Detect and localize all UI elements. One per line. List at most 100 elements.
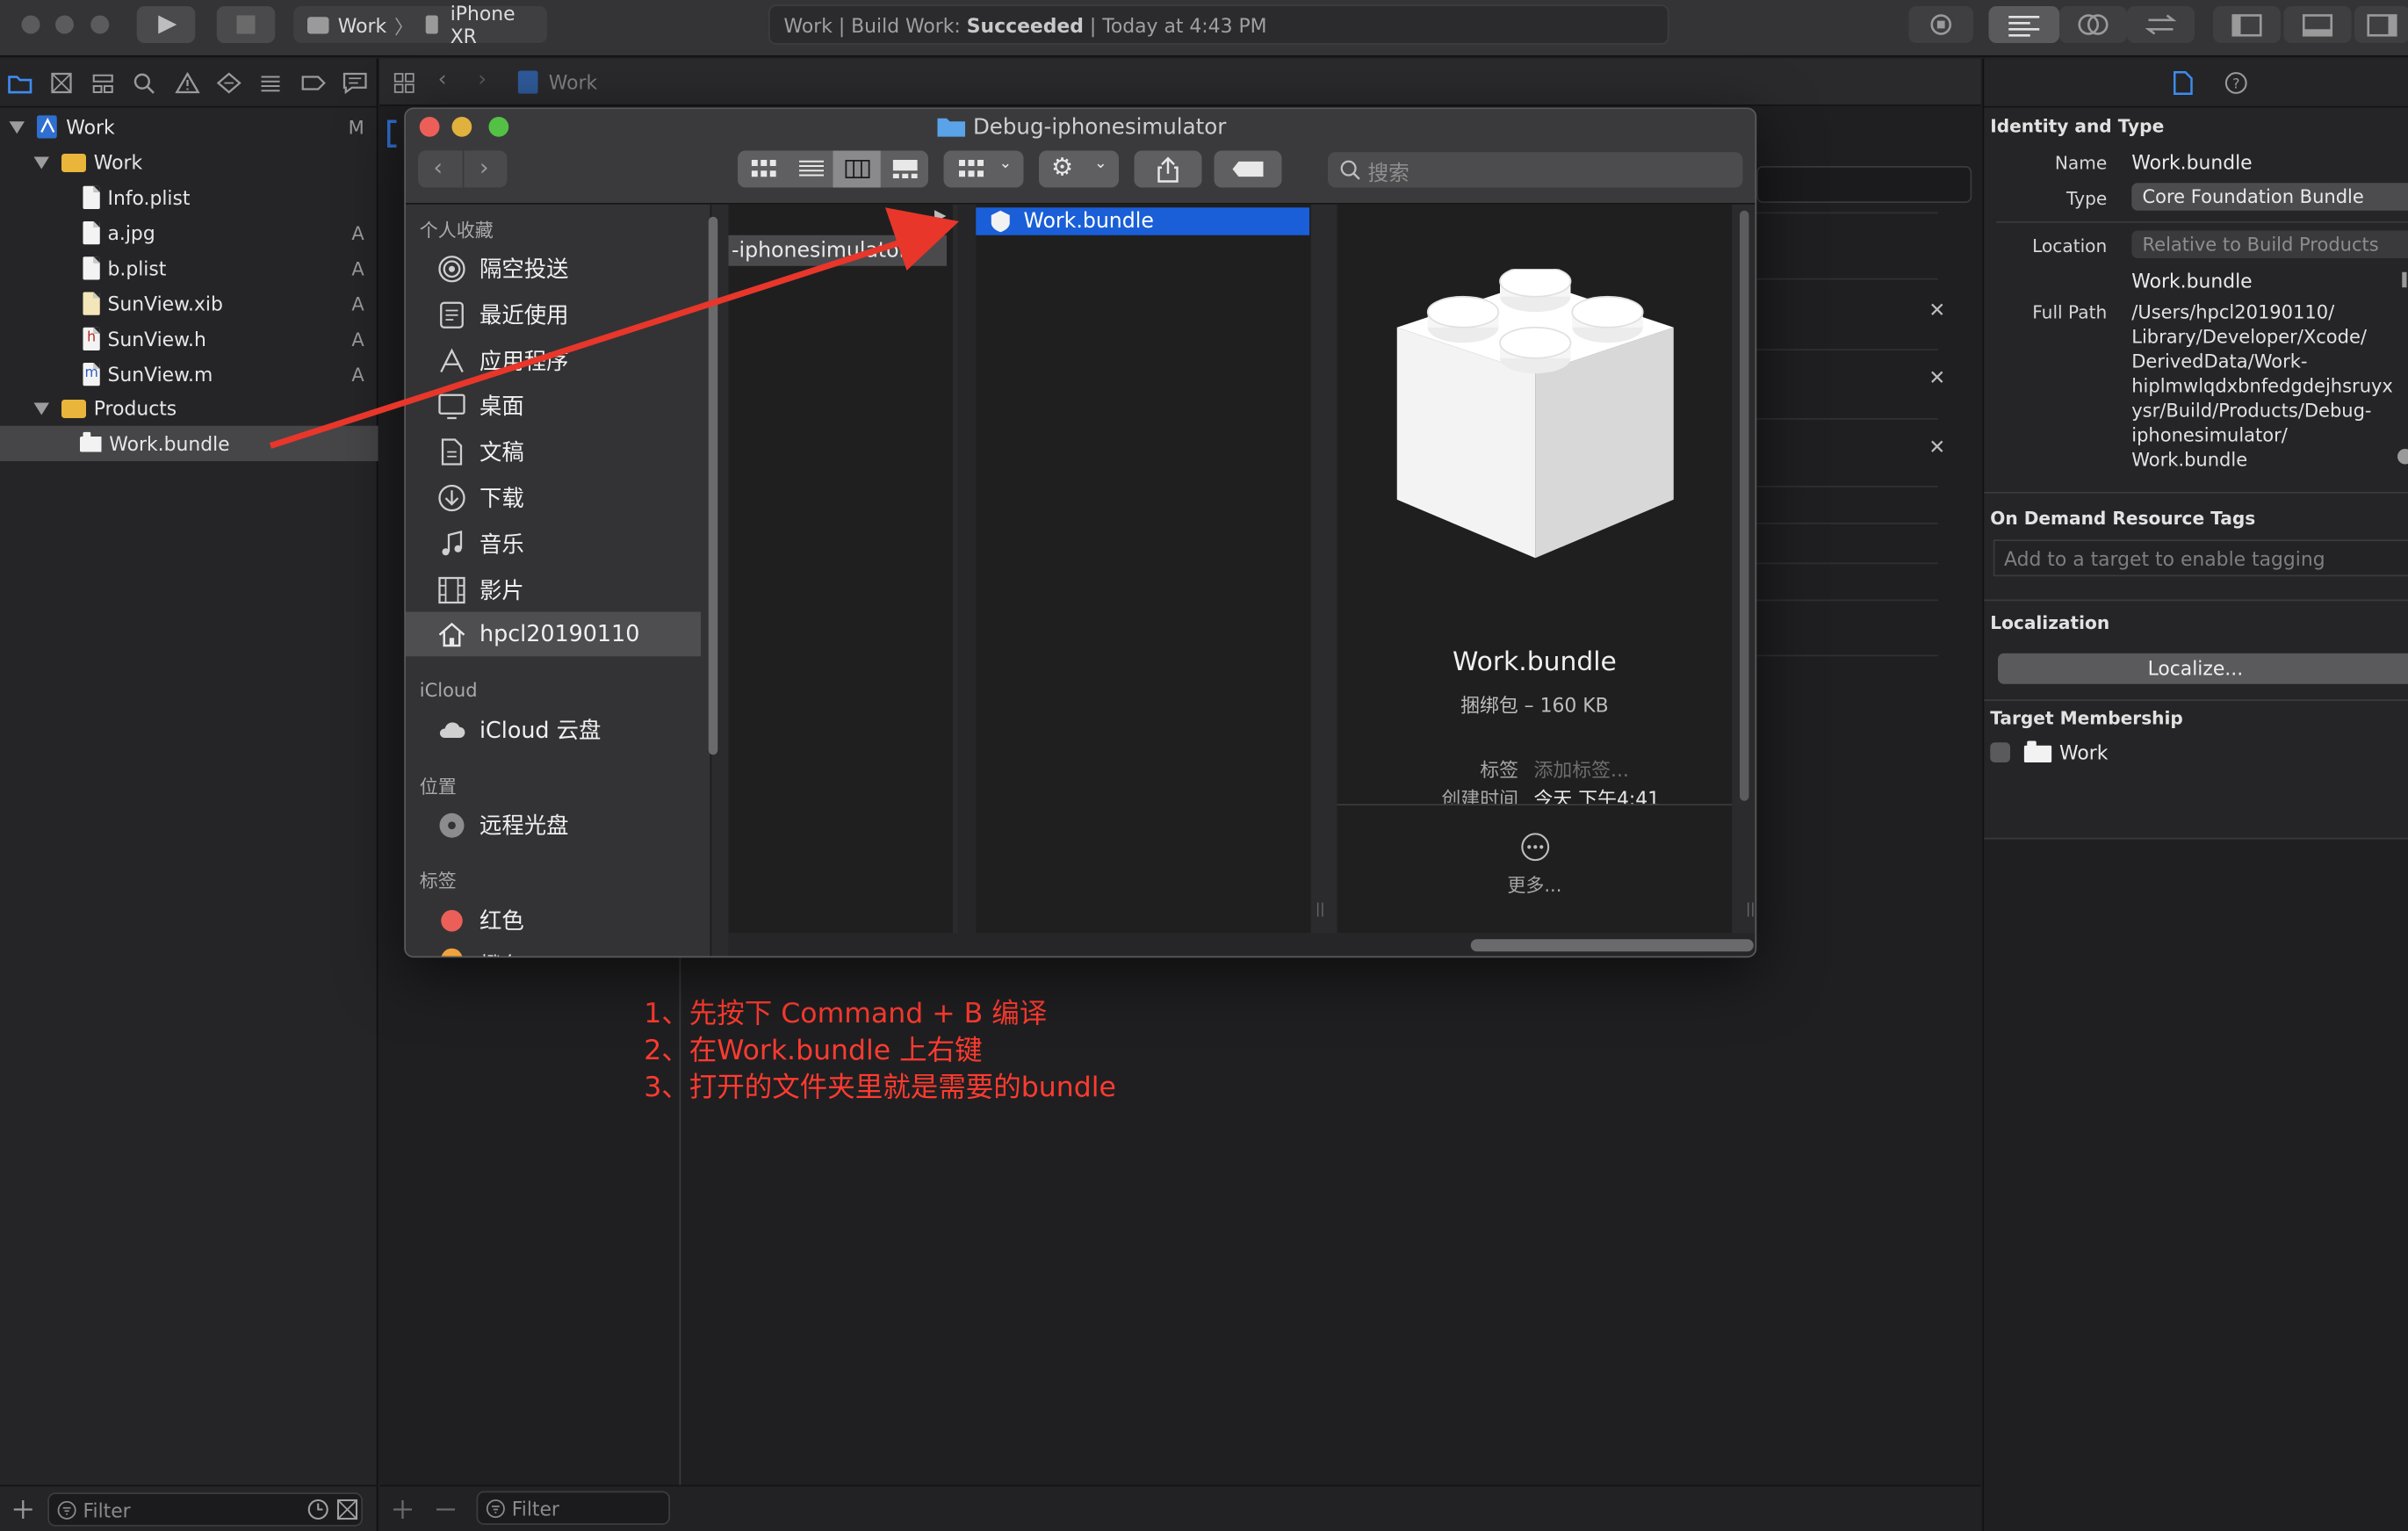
- tree-item-group-work[interactable]: Work: [0, 145, 379, 180]
- forward-arrow-icon[interactable]: ›: [479, 154, 489, 182]
- odr-tags-field[interactable]: Add to a target to enable tagging: [1993, 539, 2408, 576]
- sidebar-item-movies[interactable]: 影片: [406, 567, 701, 612]
- library-button[interactable]: [1909, 6, 1974, 43]
- sidebar-item-remote-disc[interactable]: 远程光盘: [406, 803, 701, 848]
- back-arrow-icon[interactable]: ‹: [438, 68, 447, 92]
- column-item-work-bundle[interactable]: Work.bundle: [976, 207, 1309, 235]
- debug-icon[interactable]: [258, 72, 283, 94]
- toggle-debug-area-button[interactable]: [2284, 6, 2352, 43]
- column-resize-handle[interactable]: ||: [1316, 902, 1325, 918]
- gallery-view-icon[interactable]: [893, 160, 918, 178]
- sidebar-item-airdrop[interactable]: 隔空投送: [406, 246, 701, 291]
- warning-icon[interactable]: [176, 72, 200, 94]
- report-icon[interactable]: [342, 72, 367, 94]
- sidebar-item-tag-red[interactable]: 红色: [406, 898, 701, 942]
- name-field[interactable]: Work.bundle: [2131, 151, 2252, 174]
- sidebar-item-icloud-drive[interactable]: iCloud 云盘: [406, 707, 701, 752]
- source-control-icon[interactable]: [49, 72, 74, 94]
- close-window-button[interactable]: [22, 16, 40, 34]
- close-icon[interactable]: ✕: [1929, 300, 1945, 322]
- reveal-arrow-icon[interactable]: [2397, 449, 2408, 465]
- tree-item-file[interactable]: a.jpg A: [0, 215, 379, 250]
- forward-arrow-icon[interactable]: ›: [478, 68, 487, 92]
- hierarchy-icon[interactable]: [90, 72, 115, 94]
- location-popup[interactable]: Relative to Build Products: [2131, 231, 2408, 259]
- tree-item-work-bundle[interactable]: Work.bundle: [0, 426, 379, 461]
- disclosure-open-icon[interactable]: [10, 120, 25, 133]
- tree-item-file[interactable]: h SunView.h A: [0, 321, 379, 357]
- column-item-parent[interactable]: -iphonesimulator: [729, 235, 948, 266]
- list-view-icon[interactable]: [799, 160, 824, 178]
- tree-item-file[interactable]: SunView.xib A: [0, 286, 379, 321]
- editor-search-field[interactable]: [1756, 166, 1972, 203]
- tree-item-file[interactable]: m SunView.m A: [0, 357, 379, 392]
- remove-icon[interactable]: [435, 1499, 457, 1520]
- plist-file-icon: [83, 186, 100, 209]
- disclosure-open-icon[interactable]: [34, 156, 50, 169]
- share-button[interactable]: [1135, 151, 1202, 188]
- breadcrumb[interactable]: Work: [549, 71, 597, 94]
- sidebar-item-recents[interactable]: 最近使用: [406, 292, 701, 337]
- divider: [1984, 492, 2408, 494]
- sidebar-item-music[interactable]: 音乐: [406, 521, 701, 566]
- more-label[interactable]: 更多...: [1337, 871, 1733, 898]
- implementation-file-icon: m: [83, 363, 100, 386]
- back-arrow-icon[interactable]: ‹: [434, 154, 443, 182]
- sidebar-item-home[interactable]: hpcl20190110: [406, 612, 701, 657]
- related-items-icon[interactable]: [393, 72, 415, 94]
- action-button[interactable]: ⚙ ⌄: [1039, 151, 1119, 188]
- minimize-window-button[interactable]: [55, 16, 74, 34]
- sidebar-item-applications[interactable]: 应用程序: [406, 338, 701, 383]
- version-editor-button[interactable]: [2127, 6, 2195, 43]
- test-diamond-icon[interactable]: [217, 72, 242, 94]
- navigator-filter-input[interactable]: Filter: [47, 1492, 363, 1527]
- tree-item-file[interactable]: b.plist A: [0, 250, 379, 285]
- close-icon[interactable]: ✕: [1929, 367, 1945, 390]
- column-resize-handle[interactable]: ||: [1746, 902, 1756, 918]
- add-icon[interactable]: [12, 1499, 34, 1520]
- group-by-button[interactable]: ⌄: [944, 151, 1024, 188]
- tags-button[interactable]: [1215, 151, 1282, 188]
- zoom-window-button[interactable]: [90, 16, 109, 34]
- more-icon[interactable]: [1520, 832, 1551, 863]
- tree-item-file[interactable]: Info.plist: [0, 180, 379, 215]
- scm-filter-icon[interactable]: [336, 1499, 358, 1520]
- disclosure-open-icon[interactable]: [34, 402, 50, 415]
- target-checkbox[interactable]: [1990, 741, 2010, 762]
- editor-filter-input[interactable]: Filter: [477, 1491, 671, 1526]
- sidebar-item-tag-orange[interactable]: 橙色: [406, 944, 701, 958]
- gear-icon: ⚙: [1051, 152, 1073, 181]
- type-popup[interactable]: Core Foundation Bundle: [2131, 183, 2408, 211]
- search-icon[interactable]: [133, 72, 157, 94]
- toggle-inspector-button[interactable]: [2354, 6, 2408, 43]
- tree-item-project[interactable]: Work M: [0, 109, 379, 144]
- tree-item-group-products[interactable]: Products: [0, 391, 379, 426]
- localize-button[interactable]: Localize...: [1998, 654, 2408, 684]
- finder-search-field[interactable]: 搜索: [1328, 152, 1743, 187]
- icon-view-icon[interactable]: [752, 160, 776, 178]
- column-view-icon[interactable]: [846, 160, 870, 178]
- scheme-selector[interactable]: Work 〉 iPhone XR: [293, 6, 547, 43]
- sidebar-scrollbar[interactable]: [709, 217, 718, 755]
- sidebar-item-documents[interactable]: 文稿: [406, 429, 701, 473]
- breakpoint-icon[interactable]: [301, 72, 326, 94]
- standard-editor-button[interactable]: [1989, 6, 2060, 43]
- run-button[interactable]: [137, 6, 196, 43]
- folder-reveal-icon[interactable]: [2402, 272, 2406, 288]
- assistant-editor-button[interactable]: [2059, 6, 2127, 43]
- file-inspector-icon[interactable]: [2174, 71, 2194, 96]
- close-icon[interactable]: ✕: [1929, 437, 1945, 459]
- sidebar-item-desktop[interactable]: 桌面: [406, 383, 701, 428]
- add-icon[interactable]: [392, 1499, 414, 1520]
- scm-status-badge: A: [351, 222, 364, 244]
- preview-tags-field[interactable]: 添加标签...: [1534, 754, 1629, 783]
- preview-scrollbar[interactable]: [1740, 211, 1749, 801]
- horizontal-scrollbar[interactable]: [1471, 939, 1754, 951]
- recent-files-icon[interactable]: [307, 1499, 329, 1520]
- sidebar-item-downloads[interactable]: 下载: [406, 475, 701, 520]
- stop-button[interactable]: [217, 6, 276, 43]
- help-icon[interactable]: ?: [2224, 71, 2248, 96]
- folder-icon[interactable]: [8, 72, 32, 94]
- toggle-navigator-button[interactable]: [2213, 6, 2281, 43]
- filter-placeholder: Filter: [83, 1498, 131, 1520]
